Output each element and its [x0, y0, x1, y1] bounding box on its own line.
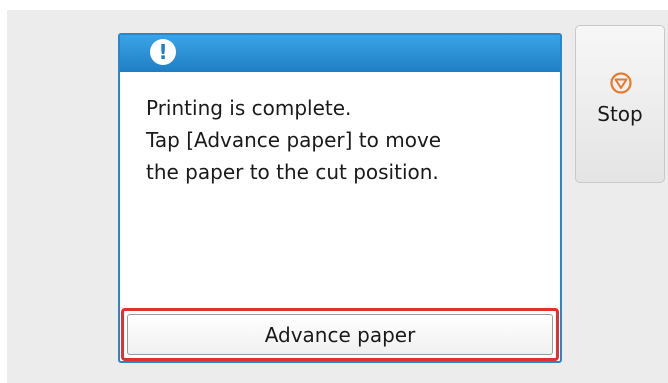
- dialog-header: !: [120, 35, 560, 72]
- stop-button[interactable]: Stop: [575, 25, 665, 183]
- alert-exclamation-icon: !: [150, 39, 176, 65]
- stop-button-label: Stop: [597, 102, 643, 126]
- message-line: the paper to the cut position.: [146, 160, 439, 184]
- message-line: Tap [Advance paper] to move: [146, 128, 442, 152]
- stop-icon: [610, 72, 632, 94]
- message-line: Printing is complete.: [146, 96, 352, 120]
- advance-paper-button-label: Advance paper: [127, 314, 553, 355]
- message-dialog: ! Printing is complete. Tap [Advance pap…: [118, 33, 562, 363]
- dialog-message: Printing is complete. Tap [Advance paper…: [146, 92, 546, 188]
- advance-paper-button[interactable]: Advance paper: [121, 308, 559, 361]
